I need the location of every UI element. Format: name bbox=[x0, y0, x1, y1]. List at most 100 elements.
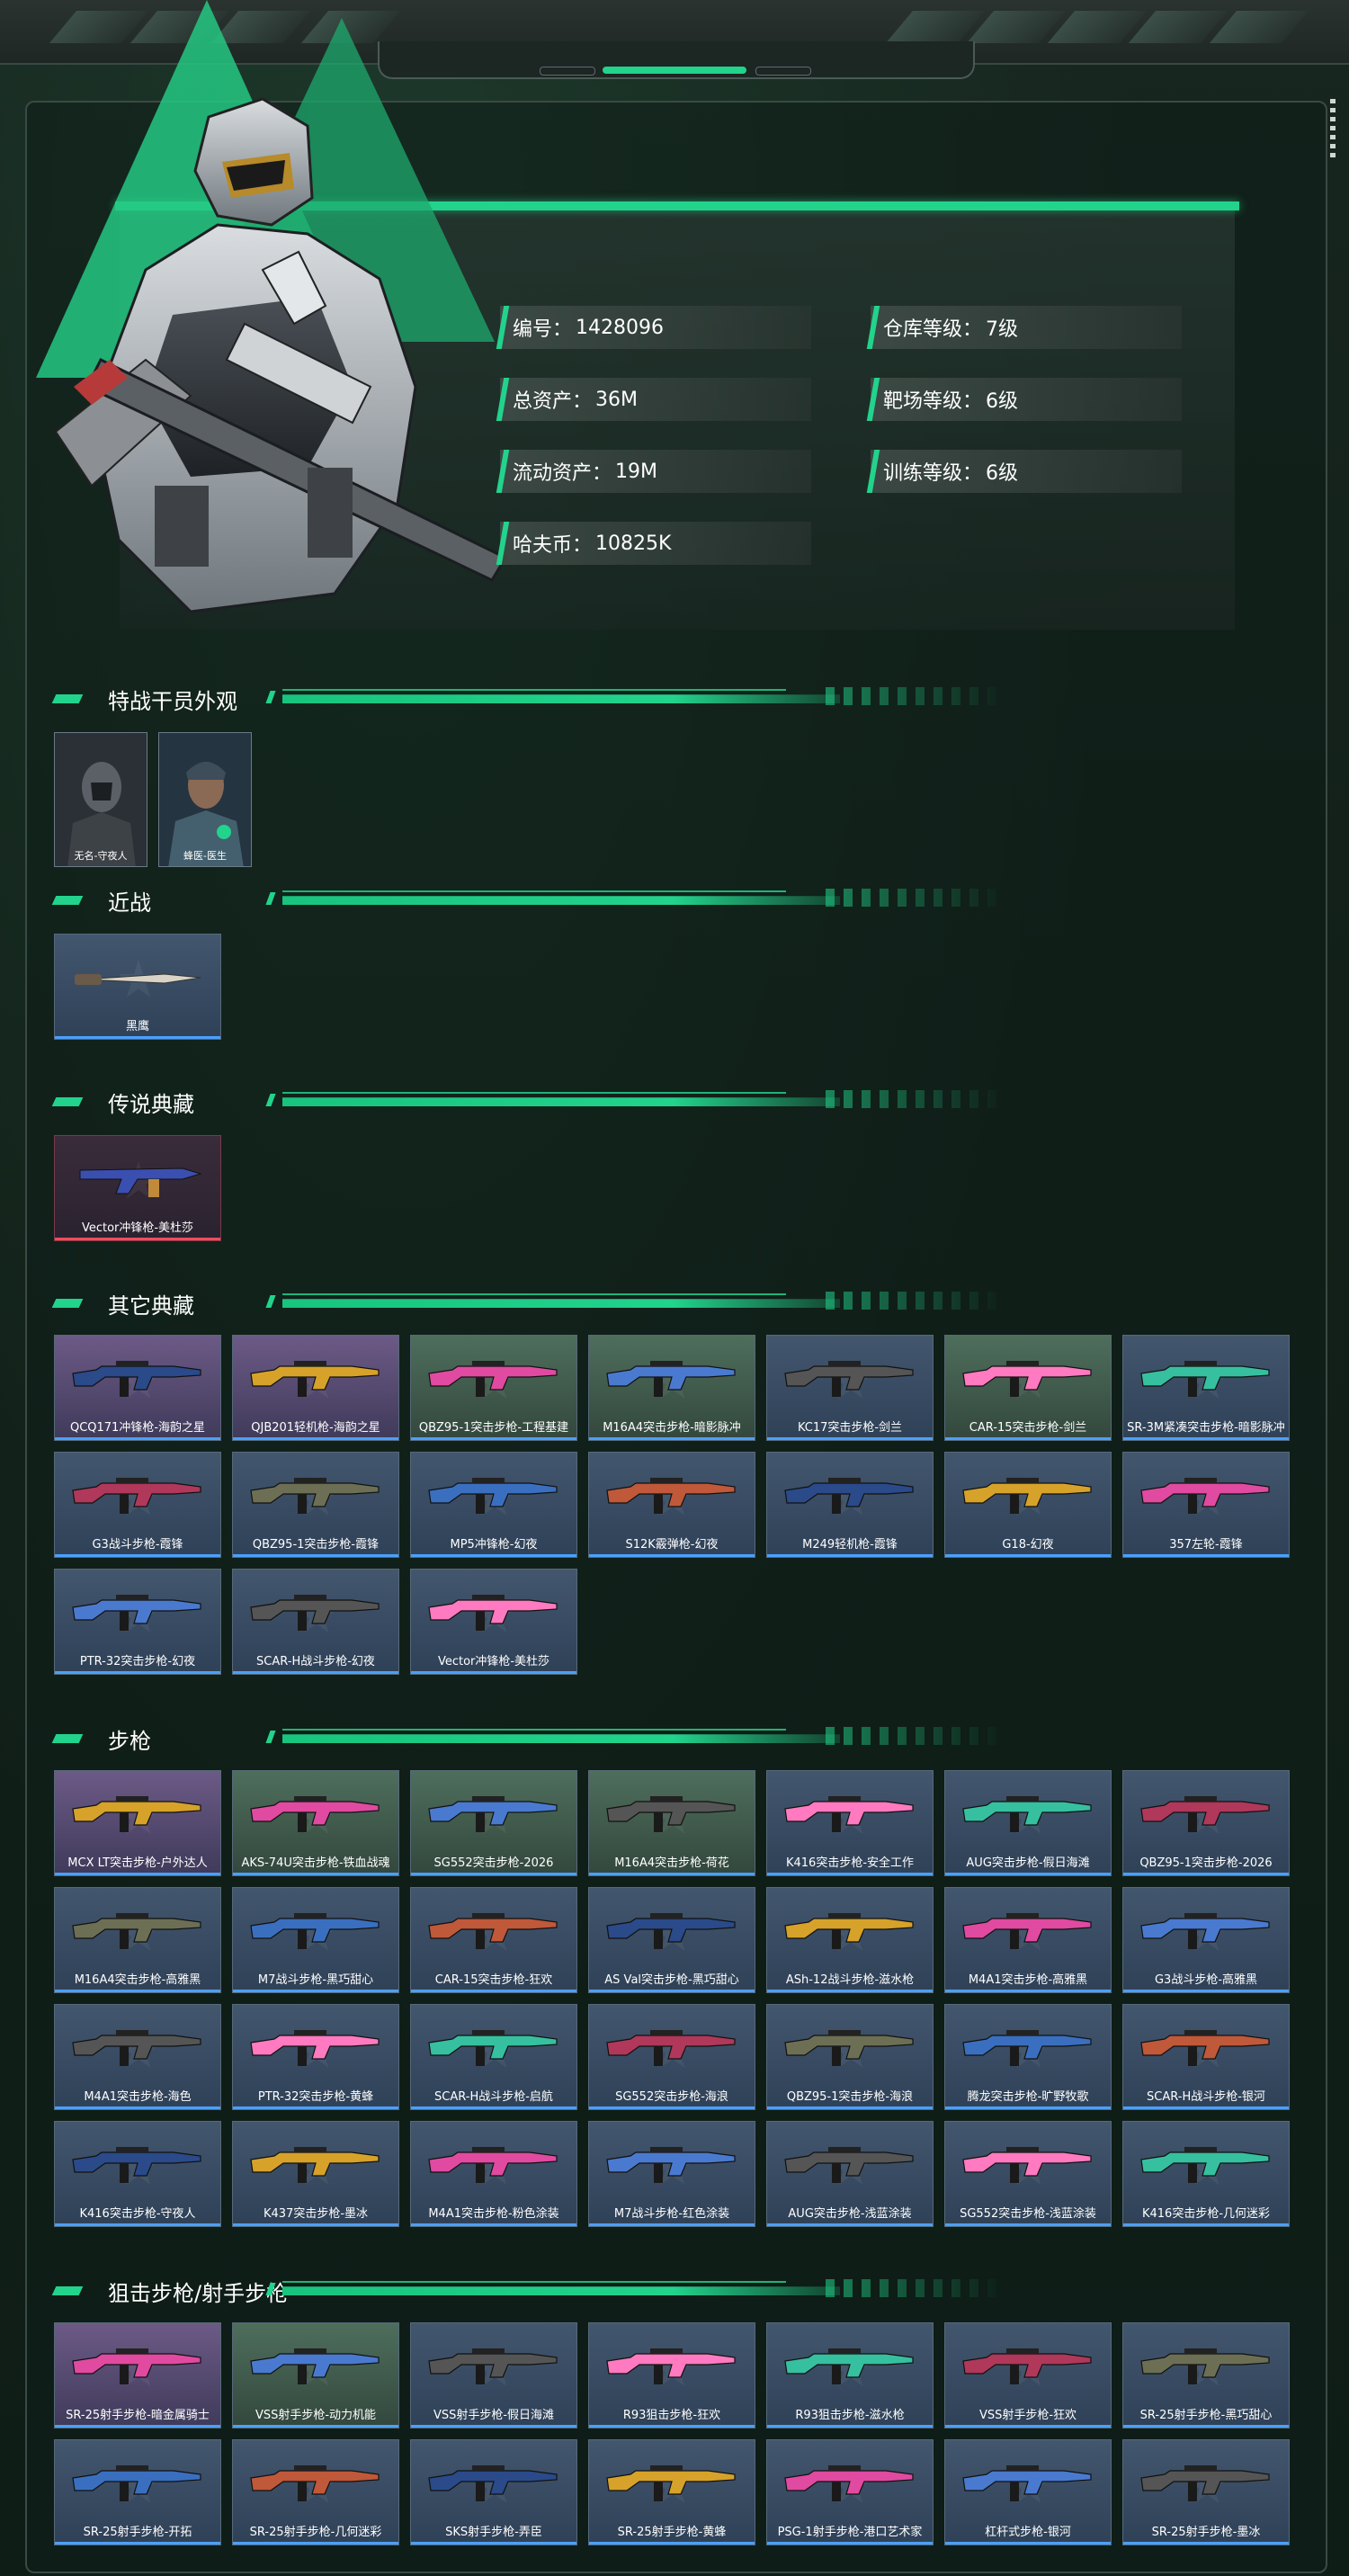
item-card[interactable]: M16A4突击步枪-荷花 bbox=[588, 1770, 755, 1876]
item-card[interactable]: VSS射手步枪-狂欢 bbox=[944, 2322, 1112, 2428]
operator-card[interactable]: 无名-守夜人 bbox=[54, 732, 147, 867]
item-card[interactable]: CAR-15突击步枪-狂欢 bbox=[410, 1887, 577, 1993]
item-card[interactable]: G3战斗步枪-霞锋 bbox=[54, 1452, 221, 1558]
item-card[interactable]: SKS射手步枪-弄臣 bbox=[410, 2439, 577, 2545]
item-card[interactable]: QCQ171冲锋枪-海韵之星 bbox=[54, 1335, 221, 1441]
section-tick bbox=[265, 1295, 276, 1308]
item-card[interactable]: Vector冲锋枪-美杜莎 bbox=[410, 1569, 577, 1675]
item-card[interactable]: R93狙击步枪-滋水枪 bbox=[766, 2322, 934, 2428]
weapon-icon bbox=[250, 2030, 380, 2066]
item-card[interactable]: Vector冲锋枪-美杜莎 bbox=[54, 1135, 221, 1241]
item-card[interactable]: SCAR-H战斗步枪-银河 bbox=[1122, 2004, 1290, 2110]
weapon-icon bbox=[606, 1361, 736, 1397]
item-card[interactable]: M4A1突击步枪-海色 bbox=[54, 2004, 221, 2110]
item-card[interactable]: SR-25射手步枪-墨冰 bbox=[1122, 2439, 1290, 2545]
item-card[interactable]: M16A4突击步枪-高雅黑 bbox=[54, 1887, 221, 1993]
weapon-icon bbox=[784, 2030, 914, 2066]
item-card[interactable]: PTR-32突击步枪-幻夜 bbox=[54, 1569, 221, 1675]
item-card[interactable]: KC17突击步枪-剑兰 bbox=[766, 1335, 934, 1441]
stat-training-level: 训练等级： 6级 bbox=[871, 450, 1182, 493]
item-card[interactable]: VSS射手步枪-动力机能 bbox=[232, 2322, 399, 2428]
item-card[interactable]: SG552突击步枪-海浪 bbox=[588, 2004, 755, 2110]
item-card[interactable]: QBZ95-1突击步枪-霞锋 bbox=[232, 1452, 399, 1558]
item-card[interactable]: G18-幻夜 bbox=[944, 1452, 1112, 1558]
item-card[interactable]: M249轻机枪-霞锋 bbox=[766, 1452, 934, 1558]
item-card[interactable]: QBZ95-1突击步枪-海浪 bbox=[766, 2004, 934, 2110]
item-card[interactable]: S12K霰弹枪-幻夜 bbox=[588, 1452, 755, 1558]
section-tick bbox=[265, 691, 276, 703]
item-card[interactable]: SCAR-H战斗步枪-幻夜 bbox=[232, 1569, 399, 1675]
section-checker bbox=[826, 687, 1005, 705]
item-card[interactable]: SR-25射手步枪-开拓 bbox=[54, 2439, 221, 2545]
operator-card[interactable]: 蜂医-医生 bbox=[158, 732, 252, 867]
item-card[interactable]: AUG突击步枪-浅蓝涂装 bbox=[766, 2121, 934, 2227]
item-card[interactable]: 腾龙突击步枪-旷野牧歌 bbox=[944, 2004, 1112, 2110]
item-card[interactable]: 杠杆式步枪-银河 bbox=[944, 2439, 1112, 2545]
item-name: M4A1突击步枪-高雅黑 bbox=[968, 1973, 1088, 1987]
item-card[interactable]: PSG-1射手步枪-港口艺术家 bbox=[766, 2439, 934, 2545]
item-card[interactable]: SR-25射手步枪-几何迷彩 bbox=[232, 2439, 399, 2545]
item-card[interactable]: K416突击步枪-安全工作 bbox=[766, 1770, 934, 1876]
item-card[interactable]: M16A4突击步枪-暗影脉冲 bbox=[588, 1335, 755, 1441]
item-name: SCAR-H战斗步枪-启航 bbox=[434, 2090, 553, 2104]
item-card[interactable]: SR-25射手步枪-暗金属骑士 bbox=[54, 2322, 221, 2428]
scroll-indicator[interactable] bbox=[1330, 99, 1336, 162]
item-card[interactable]: M4A1突击步枪-高雅黑 bbox=[944, 1887, 1112, 1993]
item-name: SCAR-H战斗步枪-幻夜 bbox=[256, 1655, 375, 1668]
item-name: G3战斗步枪-高雅黑 bbox=[1154, 1973, 1258, 1987]
item-card[interactable]: AS Val突击步枪-黑巧甜心 bbox=[588, 1887, 755, 1993]
item-card[interactable]: M7战斗步枪-红色涂装 bbox=[588, 2121, 755, 2227]
item-card[interactable]: R93狙击步枪-狂欢 bbox=[588, 2322, 755, 2428]
item-card[interactable]: QBZ95-1突击步枪-2026 bbox=[1122, 1770, 1290, 1876]
weapon-icon bbox=[72, 1595, 201, 1631]
item-card[interactable]: ASh-12战斗步枪-滋水枪 bbox=[766, 1887, 934, 1993]
item-card[interactable]: M7战斗步枪-黑巧甜心 bbox=[232, 1887, 399, 1993]
item-name: K416突击步枪-安全工作 bbox=[785, 1856, 915, 1870]
section-checker bbox=[826, 1727, 1005, 1745]
operator-name: 无名-守夜人 bbox=[74, 850, 128, 862]
section-dash bbox=[51, 896, 84, 905]
item-card[interactable]: 357左轮-霞锋 bbox=[1122, 1452, 1290, 1558]
weapon-icon bbox=[1140, 2348, 1270, 2384]
item-card[interactable]: SG552突击步枪-浅蓝涂装 bbox=[944, 2121, 1112, 2227]
item-card[interactable]: PTR-32突击步枪-黄蜂 bbox=[232, 2004, 399, 2110]
item-card[interactable]: VSS射手步枪-假日海滩 bbox=[410, 2322, 577, 2428]
stat-value: 19M bbox=[615, 460, 657, 483]
item-card[interactable]: G3战斗步枪-高雅黑 bbox=[1122, 1887, 1290, 1993]
item-name: 杠杆式步枪-银河 bbox=[985, 2526, 1071, 2539]
item-name: SKS射手步枪-弄臣 bbox=[445, 2526, 542, 2539]
item-name: K416突击步枪-几何迷彩 bbox=[1141, 2207, 1271, 2221]
item-card[interactable]: MCX LT突击步枪-户外达人 bbox=[54, 1770, 221, 1876]
weapon-icon bbox=[1140, 2030, 1270, 2066]
weapon-icon bbox=[784, 2465, 914, 2501]
item-card[interactable]: SR-25射手步枪-黑巧甜心 bbox=[1122, 2322, 1290, 2428]
item-name: CAR-15突击步枪-狂欢 bbox=[434, 1973, 553, 1987]
item-card[interactable]: 黑鹰 bbox=[54, 934, 221, 1040]
operator-portrait bbox=[54, 97, 508, 613]
item-card[interactable]: QBZ95-1突击步枪-工程基建 bbox=[410, 1335, 577, 1441]
item-name: VSS射手步枪-假日海滩 bbox=[433, 2409, 555, 2422]
item-card[interactable]: SR-3M紧凑突击步枪-暗影脉冲 bbox=[1122, 1335, 1290, 1441]
item-name: KC17突击步枪-剑兰 bbox=[797, 1421, 903, 1435]
weapon-icon bbox=[72, 1913, 201, 1949]
item-card[interactable]: CAR-15突击步枪-剑兰 bbox=[944, 1335, 1112, 1441]
weapon-icon bbox=[72, 1361, 201, 1397]
item-card[interactable]: M4A1突击步枪-粉色涂装 bbox=[410, 2121, 577, 2227]
item-card[interactable]: K416突击步枪-几何迷彩 bbox=[1122, 2121, 1290, 2227]
item-card[interactable]: SR-25射手步枪-黄蜂 bbox=[588, 2439, 755, 2545]
item-card[interactable]: SG552突击步枪-2026 bbox=[410, 1770, 577, 1876]
item-name: M4A1突击步枪-海色 bbox=[84, 2090, 192, 2104]
item-card[interactable]: AUG突击步枪-假日海滩 bbox=[944, 1770, 1112, 1876]
item-card[interactable]: K437突击步枪-墨冰 bbox=[232, 2121, 399, 2227]
item-card[interactable]: QJB201轻机枪-海韵之星 bbox=[232, 1335, 399, 1441]
item-card[interactable]: SCAR-H战斗步枪-启航 bbox=[410, 2004, 577, 2110]
item-card[interactable]: K416突击步枪-守夜人 bbox=[54, 2121, 221, 2227]
item-name: M16A4突击步枪-荷花 bbox=[614, 1856, 729, 1870]
weapon-icon bbox=[1140, 2465, 1270, 2501]
section-bar bbox=[282, 2286, 840, 2295]
weapon-icon bbox=[962, 2465, 1092, 2501]
item-card[interactable]: AKS-74U突击步枪-铁血战魂 bbox=[232, 1770, 399, 1876]
item-card[interactable]: MP5冲锋枪-幻夜 bbox=[410, 1452, 577, 1558]
item-name: SR-25射手步枪-黄蜂 bbox=[617, 2526, 727, 2539]
section-tick bbox=[265, 1731, 276, 1743]
